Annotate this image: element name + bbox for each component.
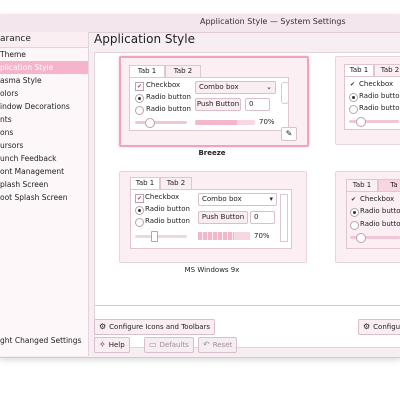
chevron-down-icon: ▾ xyxy=(269,195,273,203)
window-title: Application Style — System Settings xyxy=(200,17,346,26)
checkbox-check-icon: ✔ xyxy=(349,81,356,88)
radio-label-1: Radio button xyxy=(146,93,191,101)
slider-track xyxy=(135,235,187,238)
radio-button-off xyxy=(349,105,358,114)
title-bar: Application Style — System Settings xyxy=(0,14,400,33)
sidebar-item-font-management[interactable]: ont Management xyxy=(0,165,88,178)
style-preview-ms-windows-9x[interactable]: Tab 1 Tab 2 ✔ Checkbox Radio button Radi… xyxy=(119,171,307,263)
checkbox-label: Checkbox xyxy=(359,80,394,88)
spin-box: 0 xyxy=(245,98,270,111)
defaults-button[interactable]: ▭ Defaults xyxy=(144,337,194,353)
tab-1: Tab 1 xyxy=(346,179,378,191)
scrollbar xyxy=(280,194,288,242)
tab-1: Tab 1 xyxy=(129,65,165,77)
tab-2: Tab 2 xyxy=(165,65,201,77)
sidebar-header[interactable]: arance xyxy=(0,32,88,48)
radio-button-on xyxy=(349,93,358,102)
radio-button-on xyxy=(135,206,144,215)
caption-breeze: Breeze xyxy=(198,149,226,157)
sidebar-item-icons[interactable]: ons xyxy=(0,126,88,139)
sidebar-item-boot-splash-screen[interactable]: oot Splash Screen xyxy=(0,191,88,204)
sidebar-item-launch-feedback[interactable]: unch Feedback xyxy=(0,152,88,165)
checkbox-label: Checkbox xyxy=(146,81,181,89)
radio-button-off xyxy=(350,221,359,230)
tab-2: Tab 2 xyxy=(374,64,400,76)
tab-1: Tab 1 xyxy=(344,64,374,76)
radio-label-2: Radio button xyxy=(360,220,400,228)
tab-2: Tab 2 xyxy=(160,177,192,189)
progress-bar xyxy=(195,120,255,125)
progress-percent: 70% xyxy=(254,232,270,240)
sidebar-item-cursors[interactable]: ursors xyxy=(0,139,88,152)
radio-label-1: Radio button xyxy=(145,205,190,213)
checkbox-check-icon: ✔ xyxy=(135,194,144,203)
progress-bar xyxy=(198,232,250,240)
combo-box: Combo box ▾ xyxy=(198,193,277,206)
sidebar-item-fonts[interactable]: nts xyxy=(0,113,88,126)
sidebar-item-plasma-style[interactable]: asma Style xyxy=(0,74,88,87)
sidebar-item-global-theme[interactable]: Theme xyxy=(0,48,88,61)
sidebar-item-application-style[interactable]: plication Style xyxy=(0,61,88,74)
radio-label-1: Radio button xyxy=(360,207,400,215)
push-button: Push Button xyxy=(195,98,241,111)
checkbox-check-icon: ✔ xyxy=(350,196,357,203)
radio-label-2: Radio button xyxy=(359,104,400,112)
checkbox-label: Checkbox xyxy=(360,195,395,203)
page-title: Application Style xyxy=(94,32,196,46)
checkbox-label: Checkbox xyxy=(145,193,180,201)
sidebar: arance Theme plication Style asma Style … xyxy=(0,32,89,356)
slider-knob xyxy=(151,231,158,242)
radio-button-off xyxy=(135,106,144,115)
radio-label-2: Radio button xyxy=(145,217,190,225)
radio-label-2: Radio button xyxy=(146,105,191,113)
tab-1: Tab 1 xyxy=(130,177,160,189)
sidebar-item-colors[interactable]: olors xyxy=(0,87,88,100)
configure-icon: ⚙ xyxy=(363,322,371,331)
combo-box: Combo box ⌄ xyxy=(195,81,276,94)
caption-ms-windows-9x: MS Windows 9x xyxy=(184,266,240,274)
configure-icons-toolbars-button[interactable]: ⚙ Configure Icons and Toolbars xyxy=(94,319,216,335)
spin-box: 0 xyxy=(250,211,275,224)
slider-knob xyxy=(356,117,366,127)
sidebar-item-window-decorations[interactable]: indow Decorations xyxy=(0,100,88,113)
radio-button-on xyxy=(350,208,359,217)
configure-icon: ⚙ xyxy=(99,322,107,331)
divider xyxy=(95,305,400,306)
slider-track xyxy=(135,121,187,124)
style-preview-breeze[interactable]: Tab 1 Tab 2 ✔ Checkbox Radio button Radi… xyxy=(119,56,309,147)
radio-button-on xyxy=(135,94,144,103)
radio-button-off xyxy=(135,218,144,227)
tab-2: Ta xyxy=(378,179,400,191)
style-grid: Tab 1 Tab 2 ✔ Checkbox Radio button Radi… xyxy=(94,52,400,348)
sidebar-item-splash-screen[interactable]: plash Screen xyxy=(0,178,88,191)
pencil-icon[interactable]: ✎ xyxy=(281,127,297,141)
push-button: Push Button xyxy=(198,211,248,224)
checkbox-check-icon: ✔ xyxy=(135,82,144,91)
reset-icon: ↶ xyxy=(203,340,210,349)
progress-percent: 70% xyxy=(259,118,275,126)
defaults-icon: ▭ xyxy=(149,340,157,349)
chevron-down-icon: ⌄ xyxy=(266,83,272,91)
configure-button[interactable]: ⚙ Configu xyxy=(358,319,400,335)
main-area: Application Style Tab 1 Tab 2 ✔ Checkbox… xyxy=(90,32,400,356)
highlight-changed-settings[interactable]: ght Changed Settings xyxy=(0,336,81,345)
style-preview-3[interactable]: Tab 1 Tab 2 ✔ Checkbox Radio button Radi… xyxy=(335,56,400,145)
help-icon: ✧ xyxy=(99,340,106,349)
help-button[interactable]: ✧ Help xyxy=(94,337,130,353)
scrollbar xyxy=(281,82,289,104)
slider-knob xyxy=(356,233,366,243)
style-preview-4[interactable]: Tab 1 Ta ✔ Checkbox Radio button Radio b… xyxy=(335,171,400,263)
reset-button[interactable]: ↶ Reset xyxy=(198,337,238,353)
slider-knob xyxy=(145,118,155,128)
radio-label-1: Radio button xyxy=(359,92,400,100)
